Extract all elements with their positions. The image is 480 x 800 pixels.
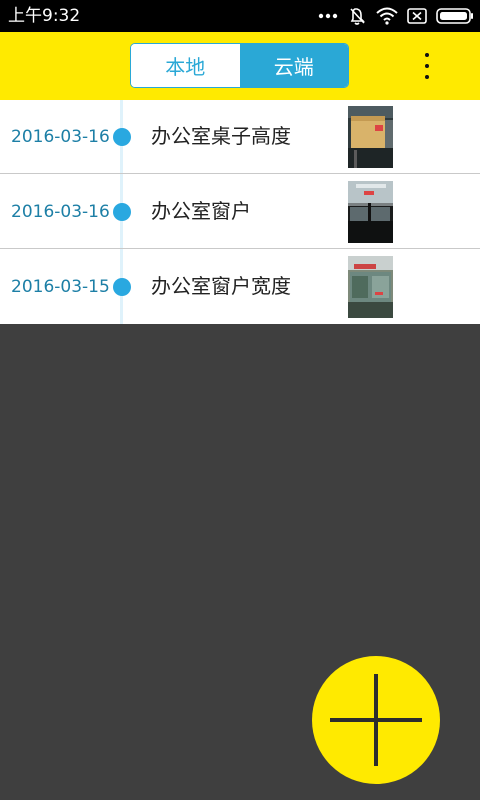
window-width-photo-thumbnail[interactable] — [348, 256, 393, 318]
segment-tabs: 本地 云端 — [130, 43, 349, 88]
record-list: 2016-03-16 办公室桌子高度 2016-03-16 办公室窗户 2016… — [0, 100, 480, 324]
status-bar: 上午9:32 — [0, 0, 480, 32]
record-title: 办公室窗户宽度 — [151, 274, 291, 298]
record-date: 2016-03-15 — [11, 277, 110, 297]
record-date: 2016-03-16 — [11, 127, 110, 147]
record-title: 办公室窗户 — [151, 199, 251, 223]
desk-photo-thumbnail[interactable] — [348, 106, 393, 168]
list-item[interactable]: 2016-03-16 办公室桌子高度 — [0, 100, 480, 174]
timeline-dot — [113, 128, 131, 146]
status-icons — [318, 5, 474, 27]
sim-card-icon — [407, 8, 427, 24]
status-time: 上午9:32 — [8, 6, 81, 26]
more-dots-icon — [318, 13, 338, 19]
add-record-button[interactable] — [312, 656, 440, 784]
record-date: 2016-03-16 — [11, 202, 110, 222]
timeline-dot — [113, 278, 131, 296]
battery-icon — [436, 8, 474, 24]
tab-local[interactable]: 本地 — [131, 44, 240, 87]
record-title: 办公室桌子高度 — [151, 124, 291, 148]
more-vertical-icon — [425, 53, 429, 57]
more-menu-button[interactable] — [412, 48, 442, 84]
timeline-dot — [113, 203, 131, 221]
tab-cloud[interactable]: 云端 — [239, 44, 348, 87]
wifi-icon — [376, 7, 398, 25]
list-item[interactable]: 2016-03-15 办公室窗户宽度 — [0, 250, 480, 324]
vibrate-off-icon — [347, 6, 367, 26]
window-photo-thumbnail[interactable] — [348, 181, 393, 243]
app-header: 本地 云端 — [0, 32, 480, 100]
list-item[interactable]: 2016-03-16 办公室窗户 — [0, 175, 480, 249]
